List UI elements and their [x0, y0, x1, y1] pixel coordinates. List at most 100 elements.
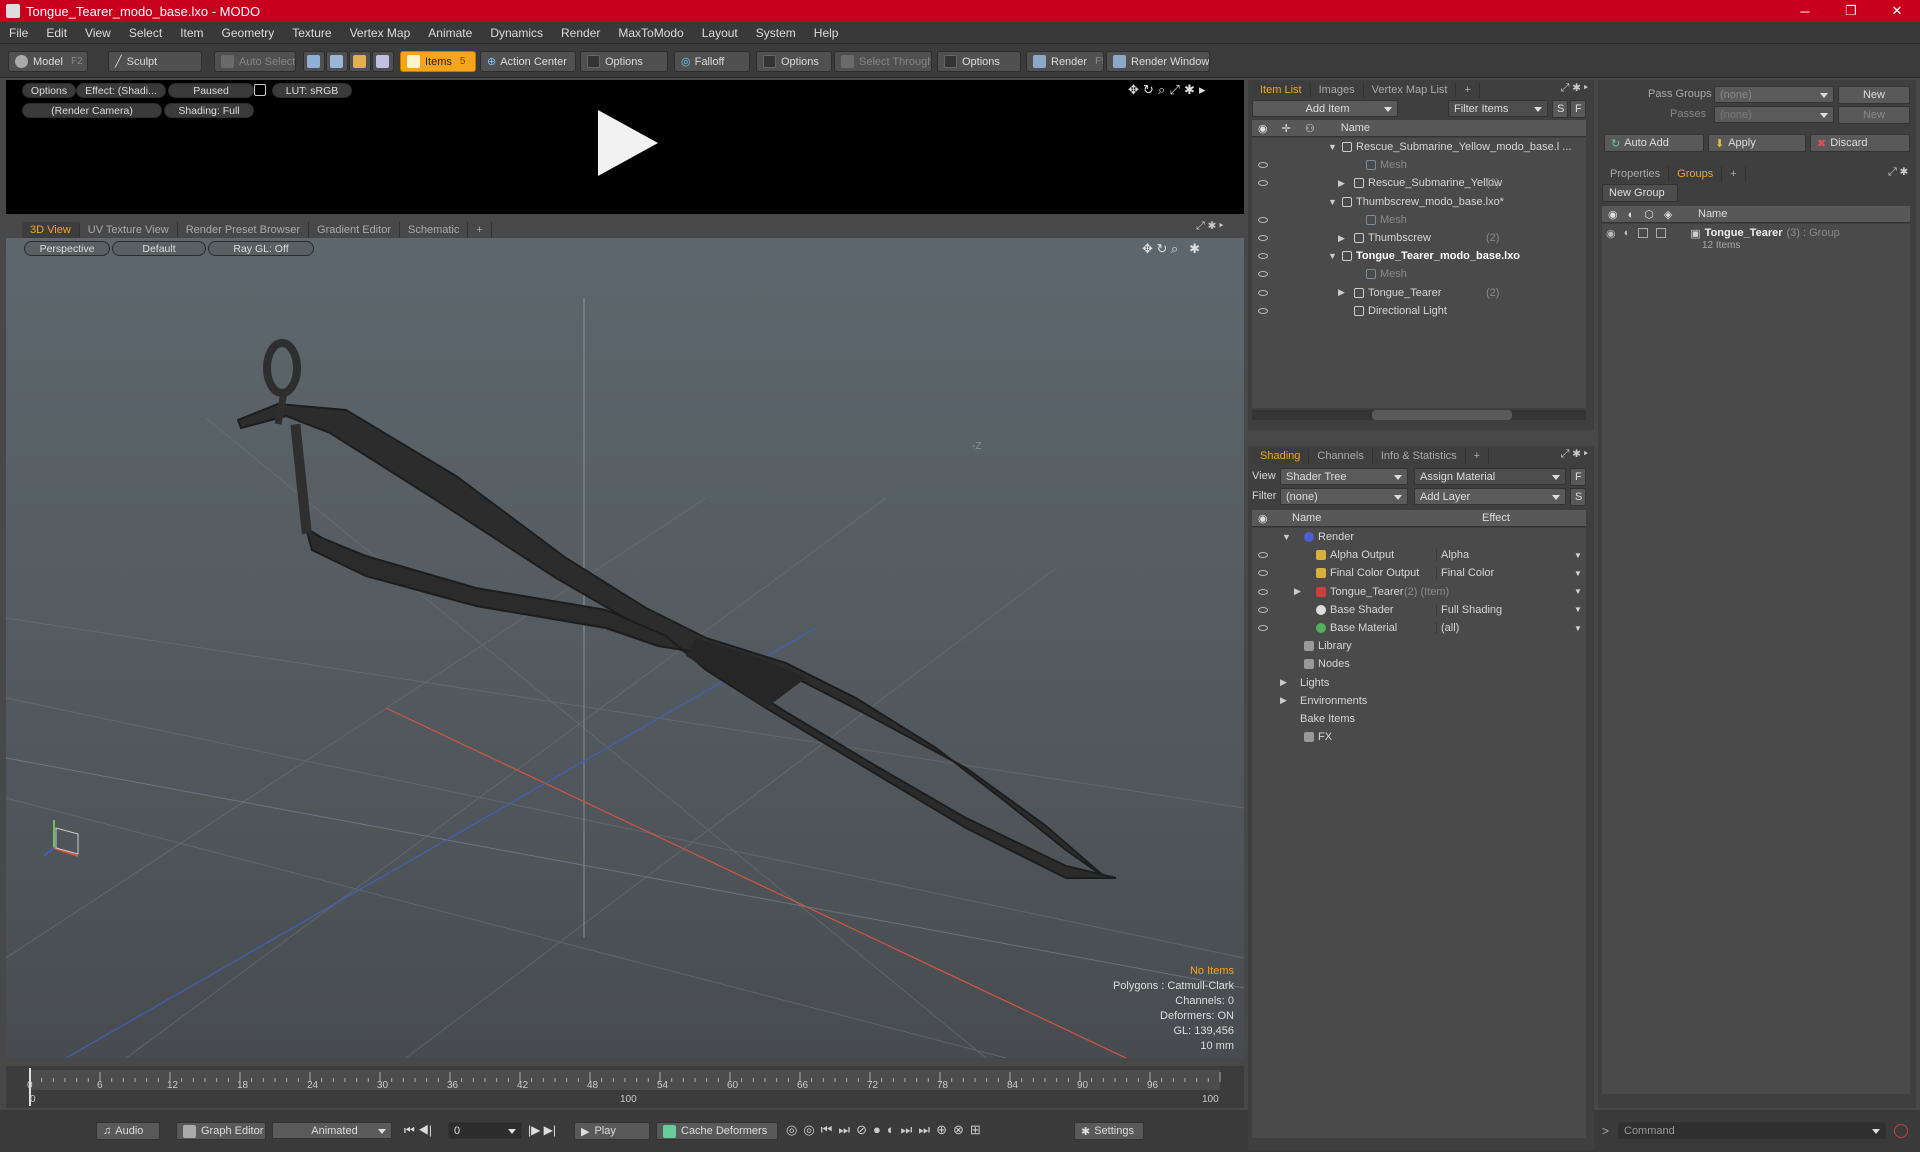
auto-add-button[interactable]: ↻ Auto Add — [1604, 134, 1704, 152]
expand-arrow-icon[interactable]: ▶ — [1338, 233, 1345, 244]
new-group-button[interactable]: New Group — [1602, 184, 1678, 202]
item-list-row[interactable]: ▼ Tongue_Tearer_modo_base.lxo — [1252, 247, 1586, 265]
menu-item-select[interactable]: Select — [120, 26, 171, 40]
discard-button[interactable]: ✖ Discard — [1810, 134, 1910, 152]
render-toggle-icon[interactable]: ◐ — [1624, 227, 1631, 239]
viewport-panel-controls[interactable]: ⤢ ✱ ▸ — [1196, 220, 1223, 233]
menu-item-view[interactable]: View — [76, 26, 120, 40]
preview-view-controls[interactable]: ✥ ↻ ⌕ ⤢ ✱ ▸ — [1126, 82, 1238, 98]
assign-material-input[interactable]: Assign Material — [1414, 468, 1566, 485]
next-key-controls[interactable]: |▶ ▶| — [528, 1123, 556, 1137]
tab-vertex-map-list[interactable]: Vertex Map List — [1364, 82, 1457, 98]
play-button[interactable]: ▶ Play — [574, 1122, 650, 1140]
menu-item-dynamics[interactable]: Dynamics — [481, 26, 552, 40]
tab-uv-texture-view[interactable]: UV Texture View — [80, 222, 178, 238]
tab-gradient-editor[interactable]: Gradient Editor — [309, 222, 400, 238]
item-list-scrollbar[interactable] — [1252, 410, 1586, 420]
audio-button[interactable]: ♫ Audio — [96, 1122, 160, 1140]
tab-channels[interactable]: Channels — [1309, 448, 1373, 464]
tab-info-statistics[interactable]: Info & Statistics — [1373, 448, 1466, 464]
menu-item-animate[interactable]: Animate — [419, 26, 481, 40]
add-item-dropdown[interactable]: Add Item — [1252, 100, 1398, 117]
add-tab-button[interactable]: + — [1456, 82, 1480, 98]
prev-key-controls[interactable]: ⏮ ◀| — [404, 1123, 432, 1138]
menu-item-system[interactable]: System — [747, 26, 805, 40]
eye-icon[interactable] — [1258, 216, 1268, 223]
items-mode-button[interactable]: Items 5 — [400, 51, 476, 72]
group-row[interactable]: ◉ ◐ ▣ Tongue_Tearer (3) : Group — [1606, 226, 1840, 240]
sculpt-mode-button[interactable]: ╱ Sculpt — [108, 51, 202, 72]
item-list-row[interactable]: ▼ Thumbscrew_modo_base.lxo* — [1252, 193, 1586, 211]
shader-tree-row[interactable]: ▶ Tongue_Tearer (2) (Item) ▼ — [1252, 583, 1586, 601]
item-list-row[interactable]: ▶ Rescue_Submarine_Yellow (2) — [1252, 174, 1586, 192]
eye-icon[interactable] — [1258, 307, 1268, 314]
eye-icon[interactable] — [1258, 289, 1268, 296]
vertices-mode-button[interactable] — [303, 51, 325, 72]
tab-images[interactable]: Images — [1311, 82, 1364, 98]
render-camera-dropdown[interactable]: (Render Camera) — [22, 103, 162, 118]
3d-viewport[interactable]: Perspective Default Ray GL: Off ✥ ↻ ⌕ ✱ … — [6, 238, 1244, 1058]
tab-properties[interactable]: Properties — [1602, 166, 1670, 182]
shader-tree-row[interactable]: Base Material (all) ▼ — [1252, 619, 1586, 637]
preview-paused-toggle[interactable]: Paused — [168, 83, 254, 98]
effect-dropdown[interactable]: Alpha — [1436, 549, 1582, 562]
menu-item-texture[interactable]: Texture — [283, 26, 340, 40]
eye-icon[interactable] — [1258, 606, 1268, 613]
keyframe-tools[interactable]: ◎◎⏮⏭⊘●◐⏭⏭⊕⊗⊞ — [786, 1122, 987, 1138]
add-tab-button[interactable]: + — [1466, 448, 1490, 464]
add-tab-button[interactable]: + — [468, 222, 492, 238]
add-tab-button[interactable]: + — [1722, 166, 1746, 182]
shader-tree-row[interactable]: Bake Items — [1252, 710, 1586, 728]
tab-render-preset-browser[interactable]: Render Preset Browser — [178, 222, 310, 238]
item-list-row[interactable]: ▶ Tongue_Tearer (2) — [1252, 284, 1586, 302]
minimize-button[interactable]: ─ — [1782, 0, 1828, 22]
lock-checkbox[interactable] — [1638, 228, 1649, 238]
shading-dropdown[interactable]: Shading: Full — [164, 103, 254, 118]
materials-mode-button[interactable] — [372, 51, 394, 72]
select-through-button[interactable]: Select Through — [834, 51, 932, 72]
expand-arrow-icon[interactable]: ▼ — [1328, 197, 1337, 207]
shader-view-dropdown[interactable]: Shader Tree — [1280, 468, 1408, 485]
graph-editor-button[interactable]: Graph Editor — [176, 1122, 266, 1140]
shading-panel-controls[interactable]: ⤢ ✱ ▸ — [1561, 448, 1588, 461]
eye-icon[interactable] — [1258, 162, 1268, 169]
model-mode-button[interactable]: Model F2 — [8, 51, 88, 72]
select-checkbox[interactable] — [1656, 228, 1667, 238]
pass-groups-dropdown[interactable]: (none) — [1714, 86, 1834, 103]
item-list-row[interactable]: Mesh — [1252, 265, 1586, 283]
item-list-row[interactable]: ▶ Thumbscrew (2) — [1252, 229, 1586, 247]
expand-arrow-icon[interactable]: ▶ — [1294, 586, 1301, 597]
chevron-down-icon[interactable]: ▼ — [1574, 587, 1582, 596]
render-window-button[interactable]: Render Window — [1106, 51, 1210, 72]
item-list-row[interactable]: Mesh — [1252, 211, 1586, 229]
tongue-tearer-mesh[interactable] — [236, 339, 1117, 879]
timeline[interactable]: 0 6 12 18 24 30 36 42 48 54 60 66 72 78 84 90 96 0 100 1… — [6, 1066, 1244, 1108]
add-layer-dropdown[interactable]: Add Layer — [1414, 488, 1566, 505]
shader-tree-row[interactable]: Final Color Output Final Color ▼ — [1252, 564, 1586, 582]
new-pass-group-button[interactable]: New — [1838, 86, 1910, 104]
shader-tree-row[interactable]: Library — [1252, 637, 1586, 655]
tab-shading[interactable]: Shading — [1252, 448, 1310, 464]
frame-input[interactable]: 0 — [448, 1122, 522, 1139]
item-list-row[interactable]: Mesh — [1252, 156, 1586, 174]
expand-arrow-icon[interactable]: ▶ — [1280, 695, 1287, 706]
eye-icon[interactable] — [1258, 180, 1268, 187]
shader-tree-row[interactable]: Alpha Output Alpha ▼ — [1252, 546, 1586, 564]
shading-s-button[interactable]: S — [1570, 488, 1586, 506]
item-list-panel-controls[interactable]: ⤢ ✱ ▸ — [1561, 82, 1588, 95]
effect-dropdown[interactable]: Final Color — [1436, 567, 1582, 580]
tab-item-list[interactable]: Item List — [1252, 82, 1311, 98]
settings-button[interactable]: ✱ Settings — [1074, 1122, 1144, 1140]
menu-item-edit[interactable]: Edit — [37, 26, 76, 40]
expand-arrow-icon[interactable]: ▶ — [1338, 287, 1345, 298]
falloff-options-button[interactable]: Options — [756, 51, 832, 72]
menu-item-maxtomodo[interactable]: MaxToModo — [609, 26, 692, 40]
menu-item-render[interactable]: Render — [552, 26, 609, 40]
maximize-button[interactable]: ❐ — [1828, 0, 1874, 22]
lut-dropdown[interactable]: LUT: sRGB — [272, 83, 352, 98]
tab-groups[interactable]: Groups — [1669, 166, 1723, 182]
menu-item-help[interactable]: Help — [805, 26, 848, 40]
chevron-down-icon[interactable]: ▼ — [1574, 551, 1582, 560]
eye-icon[interactable] — [1258, 235, 1268, 241]
eye-icon[interactable] — [1258, 552, 1268, 559]
